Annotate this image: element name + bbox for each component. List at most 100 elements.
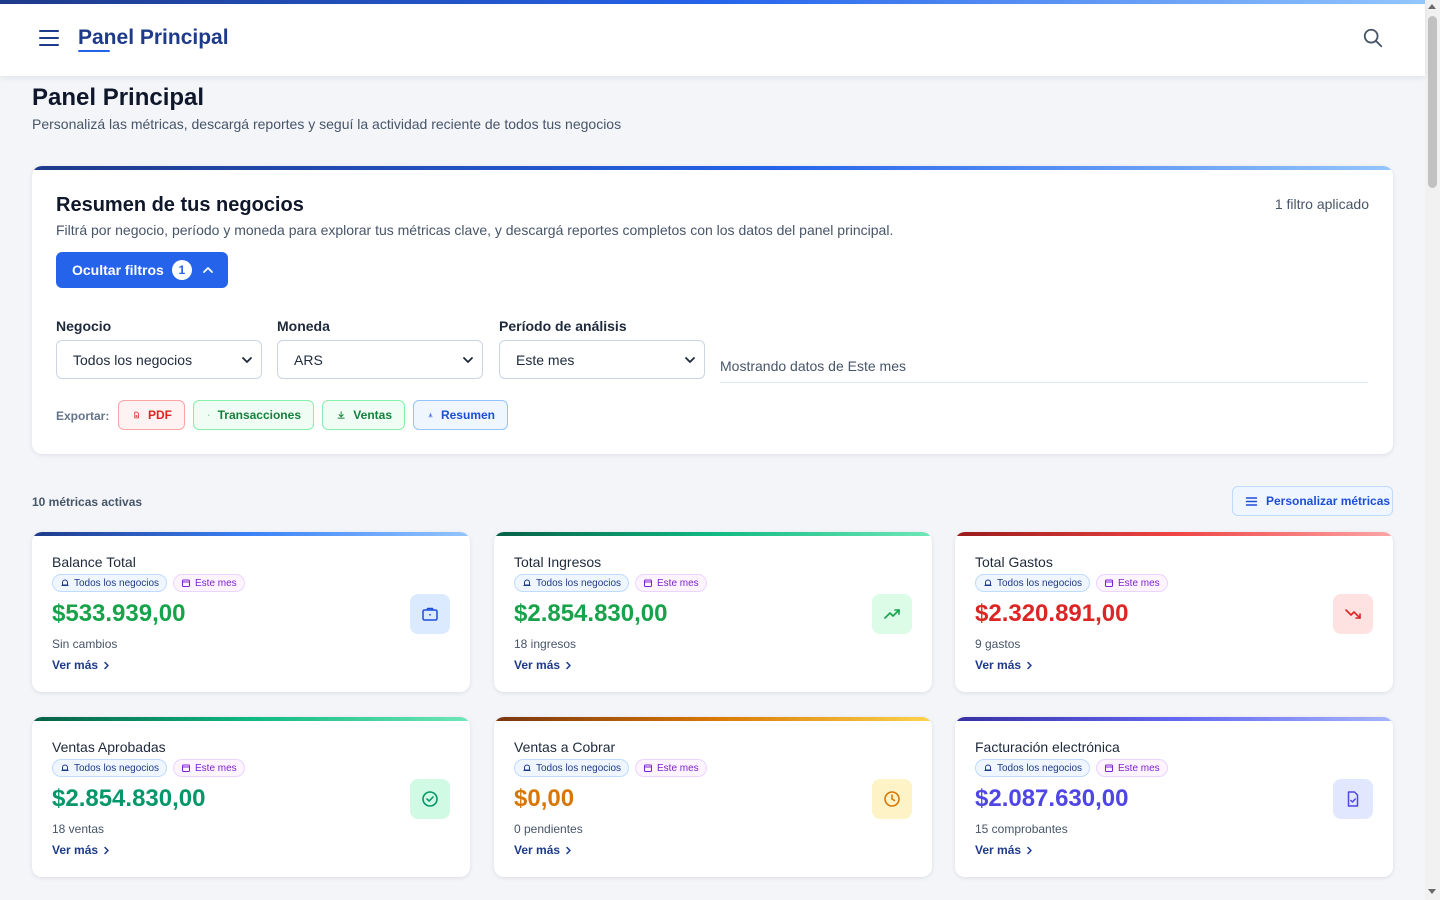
filter-count: 1 filtro aplicado: [1274, 196, 1369, 212]
business-chip: Todos los negocios: [975, 759, 1091, 777]
chevron-down-icon: [685, 357, 695, 363]
metric-accent-bar: [32, 717, 470, 721]
export-label: Exportar:: [56, 409, 110, 423]
business-chip-label: Todos los negocios: [997, 577, 1083, 589]
bell-icon: [61, 764, 69, 771]
metric-subtext: 0 pendientes: [514, 822, 583, 836]
page-subtitle: Personalizá las métricas, descargá repor…: [32, 116, 622, 132]
search-icon[interactable]: [1362, 27, 1384, 49]
download-icon: [428, 412, 433, 418]
menu-icon[interactable]: [38, 28, 60, 48]
clock-icon: [884, 791, 900, 807]
download-icon: [337, 411, 345, 419]
business-select-value: Todos los negocios: [73, 351, 193, 368]
export-sales-label: Ventas: [353, 408, 392, 422]
calendar-icon: [182, 579, 190, 587]
period-chip: Este mes: [1096, 574, 1168, 592]
metric-accent-bar: [494, 717, 932, 721]
metric-title: Total Ingresos: [514, 554, 602, 570]
briefcase-icon: [422, 607, 438, 621]
calendar-icon: [182, 764, 190, 772]
metric-subtext: Sin cambios: [52, 637, 118, 651]
hide-filters-button[interactable]: Ocultar filtros 1: [56, 252, 228, 288]
export-transactions-label: Transacciones: [217, 408, 301, 422]
business-chip-label: Todos los negocios: [74, 762, 160, 774]
hide-filters-label: Ocultar filtros: [72, 262, 164, 278]
metric-value: $2.854.830,00: [514, 600, 668, 627]
see-more-link[interactable]: Ver más: [975, 843, 1034, 857]
summary-description: Filtrá por negocio, período y moneda par…: [56, 222, 894, 238]
chevron-down-icon: [242, 357, 252, 363]
metric-title: Ventas a Cobrar: [514, 739, 616, 755]
see-more-label: Ver más: [52, 658, 99, 672]
period-chip-label: Este mes: [1118, 577, 1160, 589]
see-more-link[interactable]: Ver más: [52, 658, 111, 672]
see-more-link[interactable]: Ver más: [514, 658, 573, 672]
see-more-label: Ver más: [975, 658, 1022, 672]
metric-icon-box: [410, 594, 450, 634]
export-summary-button[interactable]: Resumen: [413, 400, 508, 430]
scroll-down-icon[interactable]: [1428, 889, 1436, 894]
header-accent-bar: [0, 0, 1425, 4]
scroll-up-icon[interactable]: [1428, 4, 1436, 9]
export-pdf-label: PDF: [148, 408, 172, 422]
metric-card-electronic-invoicing: Facturación electrónica Todos los negoci…: [955, 717, 1393, 877]
currency-select[interactable]: ARS: [277, 340, 483, 379]
business-chip: Todos los negocios: [514, 574, 630, 592]
bell-icon: [61, 579, 69, 586]
period-chip-label: Este mes: [657, 577, 699, 589]
scroll-thumb[interactable]: [1428, 16, 1437, 188]
metric-icon-box: [1333, 594, 1373, 634]
metric-subtext: 9 gastos: [975, 637, 1021, 651]
see-more-link[interactable]: Ver más: [52, 843, 111, 857]
metric-value: $533.939,00: [52, 600, 186, 627]
chevron-right-icon: [104, 846, 109, 854]
period-chip: Este mes: [635, 759, 707, 777]
download-icon: [208, 414, 210, 416]
see-more-link[interactable]: Ver más: [514, 843, 573, 857]
metric-icon-box: [410, 779, 450, 819]
export-sales-button[interactable]: Ventas: [322, 400, 405, 430]
period-select[interactable]: Este mes: [499, 340, 705, 379]
chevron-right-icon: [104, 661, 109, 669]
currency-select-value: ARS: [294, 351, 323, 368]
period-chip: Este mes: [1096, 759, 1168, 777]
bell-icon: [984, 764, 992, 771]
metric-subtext: 18 ingresos: [514, 637, 577, 651]
period-select-value: Este mes: [516, 351, 575, 368]
metric-value: $0,00: [514, 785, 575, 812]
calendar-icon: [1105, 579, 1113, 587]
filter-count-badge: 1: [171, 260, 192, 280]
chevron-right-icon: [566, 846, 571, 854]
export-transactions-button[interactable]: Transacciones: [193, 400, 314, 430]
business-select[interactable]: Todos los negocios: [56, 340, 262, 379]
see-more-label: Ver más: [514, 843, 561, 857]
see-more-link[interactable]: Ver más: [975, 658, 1034, 672]
metric-title: Ventas Aprobadas: [52, 739, 166, 755]
period-chip: Este mes: [635, 574, 707, 592]
bell-icon: [984, 579, 992, 586]
metric-subtext: 18 ventas: [52, 822, 105, 836]
metric-title: Facturación electrónica: [975, 739, 1120, 755]
metric-accent-bar: [955, 532, 1393, 536]
metric-title: Total Gastos: [975, 554, 1053, 570]
customize-metrics-button[interactable]: Personalizar métricas: [1232, 486, 1393, 516]
metric-value: $2.320.891,00: [975, 600, 1129, 627]
metric-card-balance-total: Balance Total Todos los negocios Este me…: [32, 532, 470, 692]
bell-icon: [523, 764, 531, 771]
metric-card-receivable-sales: Ventas a Cobrar Todos los negocios Este …: [494, 717, 932, 877]
file-check-icon: [1347, 791, 1359, 807]
business-chip: Todos los negocios: [52, 759, 168, 777]
metric-icon-box: [1333, 779, 1373, 819]
page-scrollbar[interactable]: [1425, 0, 1440, 900]
metric-subtext: 15 comprobantes: [975, 822, 1068, 836]
list-icon: [1245, 496, 1258, 506]
period-chip-label: Este mes: [195, 762, 237, 774]
period-chip: Este mes: [173, 574, 245, 592]
filters-divider: [720, 382, 1368, 383]
file-icon: [134, 411, 139, 419]
bell-icon: [523, 579, 531, 586]
see-more-label: Ver más: [975, 843, 1022, 857]
period-chip-label: Este mes: [657, 762, 699, 774]
export-pdf-button[interactable]: PDF: [118, 400, 185, 430]
